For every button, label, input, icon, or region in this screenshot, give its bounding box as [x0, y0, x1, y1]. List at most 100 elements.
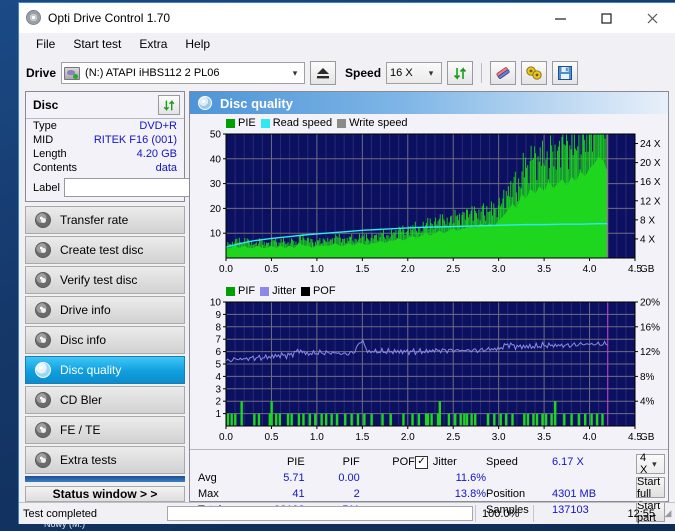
disc-row-contents: Contents data: [26, 161, 184, 175]
jitter-checkbox[interactable]: ✓: [414, 455, 428, 469]
pie-chart-legend: PIE Read speed Write speed: [196, 116, 662, 130]
sidebar-item-label: Drive info: [60, 303, 111, 317]
svg-text:7: 7: [215, 335, 221, 346]
readout-spacer: [486, 470, 636, 486]
resize-grip-icon[interactable]: ◢: [661, 508, 675, 519]
menu-item-help[interactable]: Help: [176, 35, 219, 53]
disc-panel-title: Disc: [33, 98, 59, 112]
close-button[interactable]: [629, 3, 675, 33]
legend-swatch-pif: [226, 286, 235, 296]
speed-select[interactable]: 16 X ▾: [386, 62, 443, 84]
erase-button[interactable]: [490, 61, 517, 85]
readout-position: Position 4301 MB: [486, 486, 636, 502]
sidebar-item-label: Disc info: [60, 333, 107, 347]
minimize-button[interactable]: [537, 3, 583, 33]
sidebar-item-disc-info[interactable]: Disc info: [25, 326, 185, 354]
jitter-header-label: Jitter: [432, 456, 457, 468]
svg-text:3.0: 3.0: [492, 432, 506, 443]
svg-text:2.5: 2.5: [446, 264, 460, 275]
svg-text:4: 4: [215, 372, 221, 383]
maximize-button[interactable]: [583, 3, 629, 33]
legend-label-pie: PIE: [238, 117, 256, 129]
sidebar: Disc Type DVD+R MID RITEK F16 (001) Leng…: [25, 91, 253, 502]
legend-item-read-speed: Read speed: [260, 117, 333, 129]
sidebar-item-disc-quality[interactable]: Disc quality: [25, 356, 185, 384]
legend-swatch-pie: [226, 118, 235, 128]
disc-panel-header: Disc: [26, 92, 184, 119]
svg-text:GB: GB: [640, 264, 655, 275]
legend-swatch-read-speed: [260, 118, 270, 128]
disc-icon: [35, 242, 51, 258]
speed-select-value: 16 X: [390, 67, 413, 79]
svg-text:2: 2: [215, 397, 221, 408]
disc-row-type: Type DVD+R: [26, 119, 184, 133]
disc-value-length: 4.20 GB: [136, 148, 177, 160]
sidebar-item-fe-te[interactable]: FE / TE: [25, 416, 185, 444]
svg-text:24 X: 24 X: [640, 139, 661, 150]
drive-select[interactable]: (N:) ATAPI iHBS112 2 PL06 ▾: [61, 62, 306, 84]
status-bar: Test completed 100.0% 12:55 ◢: [19, 502, 675, 524]
drive-select-value: (N:) ATAPI iHBS112 2 PL06: [85, 67, 220, 79]
svg-text:3.5: 3.5: [537, 432, 551, 443]
pif-chart: 12 345 67 8910 4% 8% 12% 16% 20% 0.0 0.5 1.0 1.5 2.0 2…: [210, 298, 660, 444]
sidebar-item-transfer-rate[interactable]: Transfer rate: [25, 206, 185, 234]
sidebar-item-verify-test-disc[interactable]: Verify test disc: [25, 266, 185, 294]
menu-item-start-test[interactable]: Start test: [64, 35, 130, 53]
svg-text:8 X: 8 X: [640, 215, 655, 226]
legend-swatch-pof: [300, 286, 310, 296]
svg-text:10: 10: [210, 298, 222, 309]
disc-icon: [198, 96, 212, 110]
sidebar-item-cd-bler[interactable]: CD Bler: [25, 386, 185, 414]
sidebar-accent-strip: [25, 476, 185, 482]
window-title: Opti Drive Control 1.70: [48, 11, 171, 25]
disc-icon: [35, 452, 51, 468]
disc-icon: [35, 332, 51, 348]
refresh-button[interactable]: [447, 61, 474, 85]
readout-position-value: 4301 MB: [552, 488, 597, 500]
stats-max-jitter: 13.8%: [454, 488, 486, 500]
disc-icon: [35, 212, 51, 228]
progress-bar: [167, 506, 473, 521]
status-window-button[interactable]: Status window > >: [25, 486, 185, 502]
legend-item-pif: PIF: [226, 285, 255, 297]
stats-row-avg: Avg 5.71 0.00 11.6%: [198, 470, 486, 486]
sidebar-item-label: Verify test disc: [60, 273, 138, 287]
sidebar-item-label: Create test disc: [60, 243, 144, 257]
menu-item-file[interactable]: File: [27, 35, 64, 53]
nav-button-list: Transfer rate Create test disc Verify te…: [25, 206, 185, 474]
svg-text:40: 40: [210, 154, 222, 165]
disc-label-row: Label: [26, 175, 253, 201]
legend-item-pie: PIE: [226, 117, 256, 129]
start-full-button[interactable]: Start full: [636, 476, 666, 500]
sidebar-item-extra-tests[interactable]: Extra tests: [25, 446, 185, 474]
svg-text:12%: 12%: [640, 347, 660, 358]
eject-button[interactable]: [310, 61, 337, 85]
disc-value-type: DVD+R: [139, 120, 177, 132]
status-message: Test completed: [23, 507, 97, 520]
elapsed-time: 12:55: [533, 505, 661, 522]
menu-item-extra[interactable]: Extra: [130, 35, 176, 53]
drive-toolbar: Drive (N:) ATAPI iHBS112 2 PL06 ▾ Speed …: [19, 55, 675, 91]
tools-button[interactable]: [521, 61, 548, 85]
legend-swatch-write-speed: [337, 118, 347, 128]
sidebar-item-create-test-disc[interactable]: Create test disc: [25, 236, 185, 264]
legend-label-read-speed: Read speed: [272, 117, 333, 129]
stats-header-pie: PIE: [286, 456, 305, 468]
sidebar-item-drive-info[interactable]: Drive info: [25, 296, 185, 324]
pif-chart-legend: PIF Jitter POF: [196, 284, 662, 298]
svg-text:3.5: 3.5: [537, 264, 551, 275]
svg-text:2.0: 2.0: [401, 432, 415, 443]
legend-item-jitter: Jitter: [260, 285, 296, 297]
readout-speed-label: Speed: [486, 456, 518, 468]
drive-icon: [64, 66, 81, 80]
stats-header-row: PIE PIF POF ✓ Jitter: [198, 454, 486, 470]
save-button[interactable]: [552, 61, 579, 85]
svg-text:1.5: 1.5: [355, 432, 369, 443]
svg-text:8: 8: [215, 322, 221, 333]
disc-info-panel: Disc Type DVD+R MID RITEK F16 (001) Leng…: [25, 91, 253, 202]
disc-refresh-button[interactable]: [158, 95, 180, 115]
svg-text:12 X: 12 X: [640, 196, 661, 207]
test-speed-select[interactable]: 4 X ▾: [636, 452, 666, 476]
disc-icon: [35, 302, 51, 318]
disc-key-contents: Contents: [33, 162, 78, 174]
